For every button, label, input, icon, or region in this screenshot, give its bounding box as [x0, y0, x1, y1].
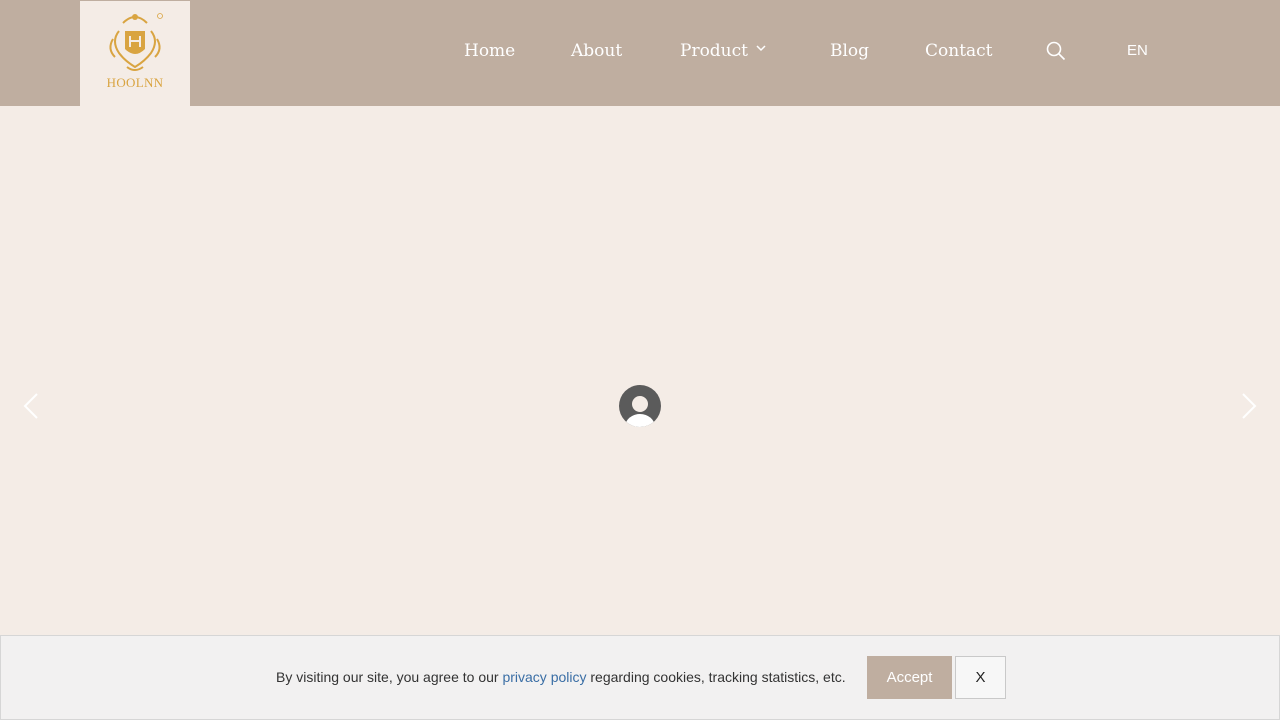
- chevron-right-icon[interactable]: [1240, 392, 1258, 420]
- search-icon[interactable]: [1046, 41, 1066, 61]
- nav-contact[interactable]: Contact: [925, 40, 993, 62]
- logo-text: HOOLNN: [106, 75, 164, 90]
- nav-about[interactable]: About: [571, 40, 622, 62]
- nav-product[interactable]: Product: [680, 40, 748, 62]
- nav-home[interactable]: Home: [464, 40, 515, 62]
- logo[interactable]: HOOLNN: [80, 1, 190, 106]
- chevron-left-icon[interactable]: [22, 392, 40, 420]
- nav-blog[interactable]: Blog: [830, 40, 869, 62]
- close-button[interactable]: X: [955, 656, 1006, 699]
- crest-icon: [109, 13, 163, 71]
- accept-button[interactable]: Accept: [867, 656, 952, 699]
- hero-slider: [0, 106, 1280, 636]
- chevron-down-icon[interactable]: [756, 44, 766, 52]
- loading-avatar-icon: [619, 385, 661, 427]
- cookie-text-after: regarding cookies, tracking statistics, …: [586, 669, 846, 685]
- language-switch[interactable]: EN: [1127, 42, 1148, 59]
- cookie-message: By visiting our site, you agree to our p…: [276, 669, 846, 685]
- privacy-policy-link[interactable]: privacy policy: [502, 669, 586, 685]
- cookie-banner: By visiting our site, you agree to our p…: [0, 635, 1280, 720]
- site-header: HOOLNN Home About Product Blog Contact E…: [0, 0, 1280, 106]
- cookie-text-before: By visiting our site, you agree to our: [276, 669, 503, 685]
